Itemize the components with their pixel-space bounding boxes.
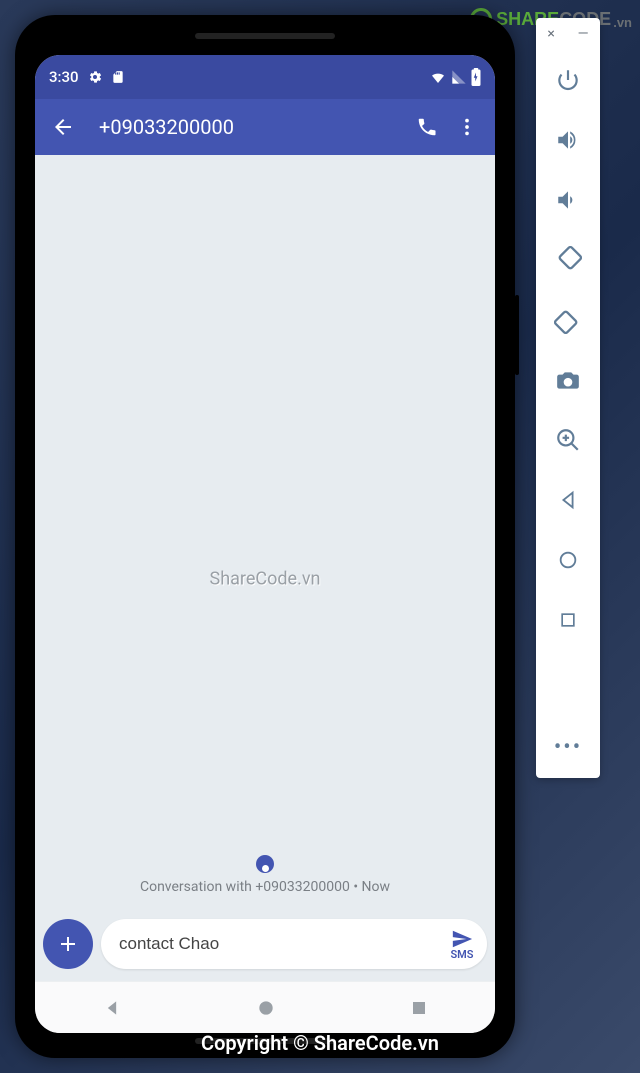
contact-badge-icon [256,855,274,873]
emulator-minimize-button[interactable]: — [578,26,589,42]
status-bar: 3:30 [35,55,495,99]
more-options-button[interactable] [447,116,487,138]
back-button[interactable] [43,115,83,139]
android-nav-bar [35,981,495,1033]
emulator-back-button[interactable] [544,470,592,530]
nav-overview-button[interactable] [410,999,428,1017]
copyright-text: Copyright © ShareCode.vn [201,1031,439,1055]
add-attachment-button[interactable] [43,919,93,969]
emulator-overview-button[interactable] [544,590,592,650]
emulator-rotate-right-button[interactable] [544,290,592,350]
emulator-toolbar: × — ••• [536,18,600,778]
app-bar: +09033200000 [35,99,495,155]
battery-charging-icon [471,68,481,86]
logo-vn: .vn [613,15,632,30]
phone-frame: 3:30 [15,15,515,1058]
status-time: 3:30 [49,68,79,86]
emulator-camera-button[interactable] [544,350,592,410]
signal-icon [451,69,467,85]
watermark-center: ShareCode.vn [210,569,321,590]
nav-back-button[interactable] [102,998,122,1018]
emulator-more-button[interactable]: ••• [554,735,582,770]
sd-card-icon [111,69,125,85]
emulator-rotate-left-button[interactable] [544,230,592,290]
phone-screen: 3:30 [35,55,495,1033]
nav-home-button[interactable] [256,998,276,1018]
conversation-with-text: Conversation with +09033200000 • Now [35,879,495,895]
message-input-container: SMS [101,919,487,969]
phone-side-button [515,295,519,375]
emulator-home-button[interactable] [544,530,592,590]
conversation-title: +09033200000 [83,115,407,139]
emulator-volume-down-button[interactable] [544,170,592,230]
emulator-power-button[interactable] [544,50,592,110]
send-button[interactable]: SMS [445,928,479,961]
gear-icon [87,69,103,85]
call-button[interactable] [407,116,447,138]
emulator-volume-up-button[interactable] [544,110,592,170]
message-input[interactable] [119,934,445,954]
phone-speaker [195,33,335,39]
emulator-close-button[interactable]: × [547,26,554,42]
compose-row: SMS [35,913,495,981]
send-label: SMS [450,948,473,961]
emulator-zoom-button[interactable] [544,410,592,470]
conversation-info: Conversation with +09033200000 • Now [35,855,495,913]
wifi-icon [429,69,447,85]
chat-body[interactable]: ShareCode.vn Conversation with +09033200… [35,155,495,913]
